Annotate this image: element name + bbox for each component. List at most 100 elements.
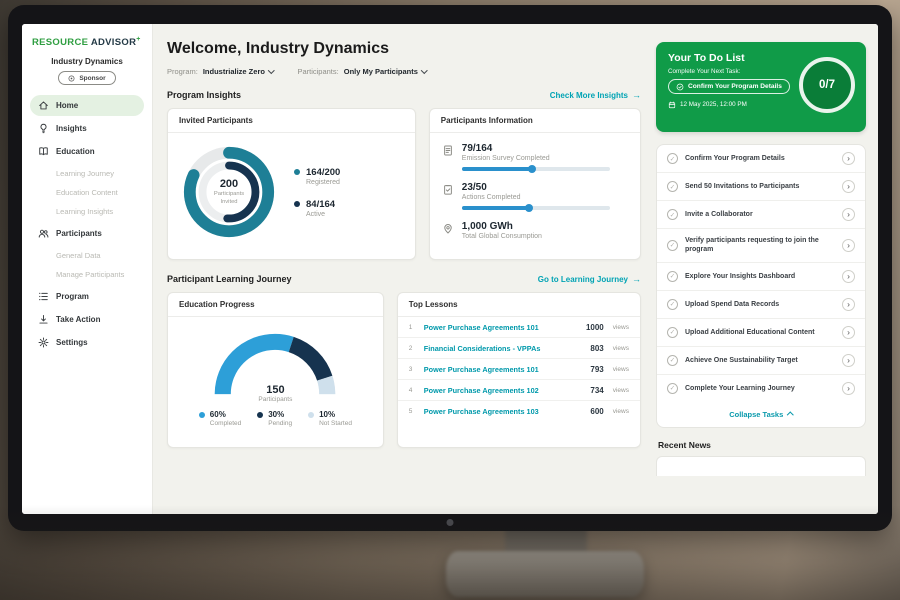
invited-donut-chart: 200 Participants Invited [180,143,278,241]
task-chevron-icon[interactable]: › [842,270,855,283]
task-chevron-icon[interactable]: › [842,180,855,193]
monitor-bezel: RESOURCE ADVISOR+ Industry Dynamics Spon… [8,5,892,531]
completed-dot-icon [199,412,205,418]
invited-card-title: Invited Participants [168,109,415,133]
legend-completed: 60% Completed [199,410,241,427]
task-checkbox[interactable]: ✓ [667,327,678,338]
sidebar-item-program[interactable]: Program [30,286,144,307]
task-checkbox[interactable]: ✓ [667,240,678,251]
task-checkbox[interactable]: ✓ [667,299,678,310]
task-chevron-icon[interactable]: › [842,239,855,252]
lesson-link[interactable]: Power Purchase Agreements 101 [424,365,584,374]
sidebar-item-learning-journey[interactable]: Learning Journey [30,164,144,183]
info-card-title: Participants Information [430,109,640,133]
arrow-right-icon: → [632,90,641,100]
gauge-total: 150 [208,384,342,396]
download-icon [38,314,49,325]
task-checkbox[interactable]: ✓ [667,181,678,192]
participants-filter-label: Participants: [297,67,338,76]
brand-advisor: ADVISOR [91,37,136,48]
sidebar-item-learning-insights[interactable]: Learning Insights [30,202,144,221]
sidebar-item-education[interactable]: Education [30,141,144,162]
todo-task-list: ✓ Confirm Your Program Details › ✓ Send … [656,144,866,428]
task-row-upload-educational-content[interactable]: ✓ Upload Additional Educational Content … [657,319,865,347]
sidebar-item-general-data[interactable]: General Data [30,246,144,265]
task-checkbox[interactable]: ✓ [667,271,678,282]
check-more-insights-link[interactable]: Check More Insights → [550,90,641,100]
task-checkbox[interactable]: ✓ [667,209,678,220]
task-row-upload-spend-data[interactable]: ✓ Upload Spend Data Records › [657,291,865,319]
sidebar-item-participants[interactable]: Participants [30,223,144,244]
invited-total: 200 [220,178,238,190]
task-chevron-icon[interactable]: › [842,354,855,367]
sidebar-item-home[interactable]: Home [30,95,144,116]
lesson-row: 4 Power Purchase Agreements 102 734 view… [398,380,640,401]
arrow-right-icon: → [632,274,641,284]
sponsor-icon [68,75,75,82]
task-row-confirm-program[interactable]: ✓ Confirm Your Program Details › [657,145,865,173]
task-row-achieve-target[interactable]: ✓ Achieve One Sustainability Target › [657,347,865,375]
gear-icon [38,337,49,348]
lesson-row: 2 Financial Considerations - VPPAs 803 v… [398,338,640,359]
monitor-stand-base [446,551,644,597]
task-chevron-icon[interactable]: › [842,208,855,221]
list-icon [38,291,49,302]
task-chevron-icon[interactable]: › [842,326,855,339]
sidebar-item-take-action[interactable]: Take Action [30,309,144,330]
brand-logo: RESOURCE ADVISOR+ [30,34,144,54]
brand-plus: + [136,36,140,43]
participants-information-card: Participants Information 79/164 Emission… [429,108,641,260]
main-content: Welcome, Industry Dynamics Program: Indu… [153,24,654,514]
book-icon [38,146,49,157]
todo-summary-card: Your To Do List Complete Your Next Task:… [656,42,866,132]
task-row-verify-participants[interactable]: ✓ Verify participants requesting to join… [657,229,865,263]
legend-registered: 164/200 Registered [294,167,340,186]
invited-total-label: Participants Invited [210,191,248,205]
todo-progress-ring: 0/7 [799,57,855,113]
not-started-dot-icon [308,412,314,418]
survey-progress-track [462,167,610,171]
task-row-complete-learning-journey[interactable]: ✓ Complete Your Learning Journey › [657,375,865,402]
sponsor-badge[interactable]: Sponsor [58,71,115,85]
emission-survey-stat: 79/164 Emission Survey Completed [442,143,628,171]
participants-filter-dropdown[interactable]: Only My Participants [344,67,427,76]
sidebar-item-insights[interactable]: Insights [30,118,144,139]
lesson-link[interactable]: Power Purchase Agreements 102 [424,386,584,395]
todo-panel: Your To Do List Complete Your Next Task:… [654,24,878,514]
sidebar-item-settings[interactable]: Settings [30,332,144,353]
actions-progress-bar [462,206,530,210]
task-checkbox[interactable]: ✓ [667,383,678,394]
task-row-send-invitations[interactable]: ✓ Send 50 Invitations to Participants › [657,173,865,201]
task-row-explore-insights[interactable]: ✓ Explore Your Insights Dashboard › [657,263,865,291]
legend-active: 84/164 Active [294,199,340,218]
go-to-learning-journey-link[interactable]: Go to Learning Journey → [538,274,641,284]
chevron-down-icon [421,67,427,73]
legend-not-started: 10% Not Started [308,410,352,427]
program-filter-dropdown[interactable]: Industrialize Zero [203,67,274,76]
page-title: Welcome, Industry Dynamics [167,40,641,58]
active-dot-icon [294,201,300,207]
task-chevron-icon[interactable]: › [842,298,855,311]
gauge-total-label: Participants [208,396,342,403]
pending-dot-icon [257,412,263,418]
lesson-link[interactable]: Power Purchase Agreements 101 [424,323,579,332]
lesson-link[interactable]: Financial Considerations - VPPAs [424,344,584,353]
lesson-row: 5 Power Purchase Agreements 103 600 view… [398,401,640,421]
actions-progress-track [462,206,610,210]
task-chevron-icon[interactable]: › [842,152,855,165]
sidebar-item-education-content[interactable]: Education Content [30,183,144,202]
education-progress-card: Education Progress [167,292,384,448]
actions-completed-stat: 23/50 Actions Completed [442,182,628,210]
sidebar-item-manage-participants[interactable]: Manage Participants [30,265,144,284]
task-chevron-icon[interactable]: › [842,382,855,395]
task-row-invite-collaborator[interactable]: ✓ Invite a Collaborator › [657,201,865,229]
education-gauge-chart: 150 Participants [208,327,342,401]
next-task-pill[interactable]: Confirm Your Program Details [668,79,790,94]
task-checkbox[interactable]: ✓ [667,355,678,366]
invited-legend: 164/200 Registered 84/164 Active [294,167,340,218]
task-checkbox[interactable]: ✓ [667,153,678,164]
lessons-card-title: Top Lessons [398,293,640,317]
lesson-link[interactable]: Power Purchase Agreements 103 [424,407,584,416]
collapse-tasks-link[interactable]: Collapse Tasks [657,402,865,427]
content-area: Welcome, Industry Dynamics Program: Indu… [153,24,878,514]
